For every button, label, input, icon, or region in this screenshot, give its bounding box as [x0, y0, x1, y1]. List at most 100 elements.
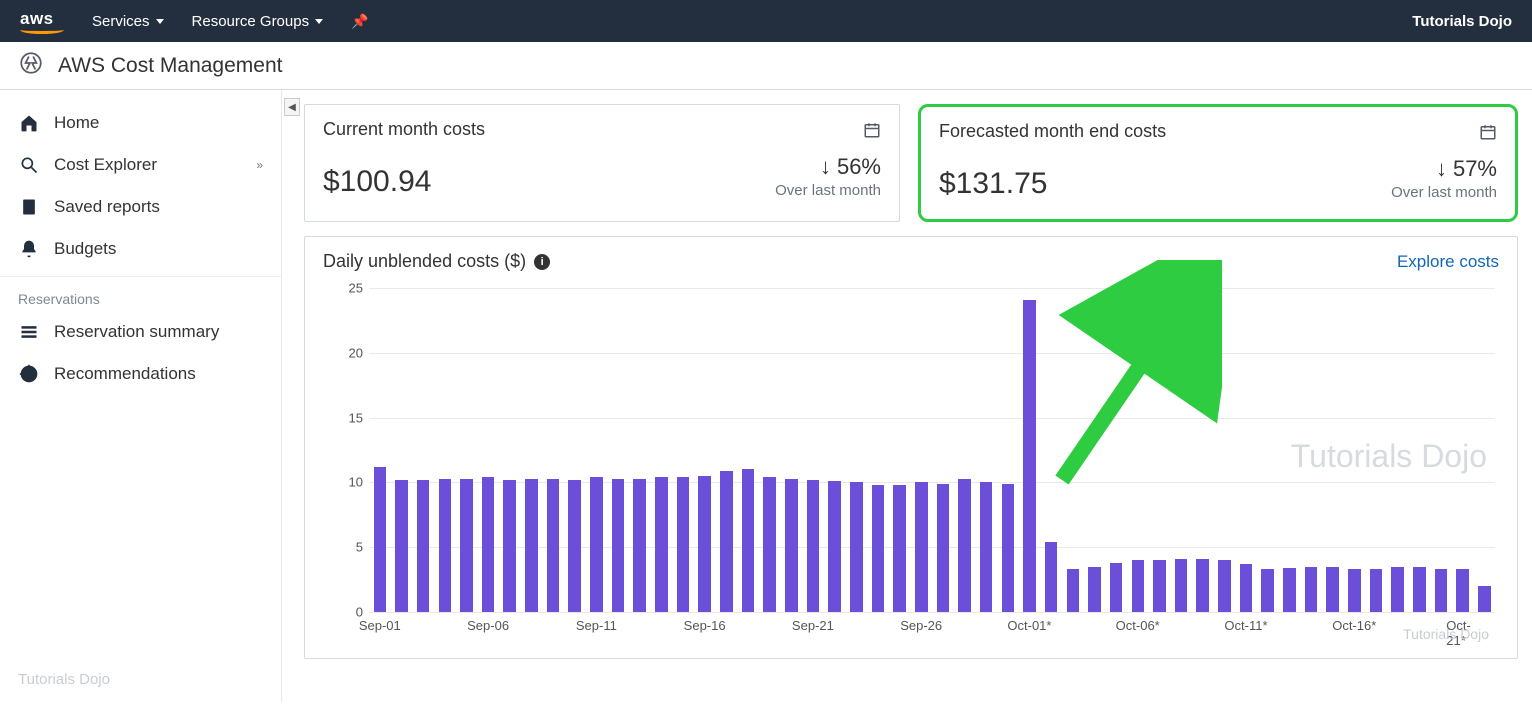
- chart-bar[interactable]: [374, 467, 387, 612]
- chart-bar[interactable]: [633, 479, 646, 612]
- chart-bar[interactable]: [1088, 567, 1101, 612]
- chart-bar[interactable]: [1045, 542, 1058, 612]
- bar-slot: [1387, 288, 1409, 612]
- bar-slot: [1365, 288, 1387, 612]
- list-icon: [18, 321, 40, 343]
- calendar-icon[interactable]: [1479, 123, 1497, 141]
- chart-bar[interactable]: [1478, 586, 1491, 612]
- explore-costs-link[interactable]: Explore costs: [1397, 252, 1499, 272]
- chart-bar[interactable]: [482, 477, 495, 612]
- chart-bar[interactable]: [1218, 560, 1231, 612]
- chart-bar[interactable]: [1261, 569, 1274, 612]
- chart-bar[interactable]: [742, 469, 755, 612]
- sidebar-watermark: Tutorials Dojo: [18, 671, 110, 688]
- chart-bar[interactable]: [720, 471, 733, 612]
- chart-bar[interactable]: [763, 477, 776, 612]
- chart-bar[interactable]: [807, 480, 820, 612]
- chart-y-axis: 0510152025: [323, 288, 369, 612]
- bar-slot: [1040, 288, 1062, 612]
- x-tick: Oct-21*: [1446, 618, 1478, 648]
- chart-bar[interactable]: [1023, 300, 1036, 612]
- sidebar-item-label: Recommendations: [54, 364, 196, 384]
- chart-bar[interactable]: [1391, 567, 1404, 612]
- chart-bar[interactable]: [439, 479, 452, 612]
- bar-slot: [1452, 288, 1474, 612]
- chart-bar[interactable]: [590, 477, 603, 612]
- chart-bar[interactable]: [1002, 484, 1015, 612]
- chart-bar[interactable]: [655, 477, 668, 612]
- nav-services[interactable]: Services: [92, 13, 164, 30]
- chart-bar[interactable]: [1348, 569, 1361, 612]
- bar-slot: [694, 288, 716, 612]
- bar-slot: [1149, 288, 1171, 612]
- calendar-icon[interactable]: [863, 121, 881, 139]
- chart-bar[interactable]: [612, 479, 625, 612]
- chart-bar[interactable]: [525, 479, 538, 612]
- x-tick: Sep-06: [467, 618, 509, 633]
- chart-bar[interactable]: [937, 484, 950, 612]
- aws-logo[interactable]: aws: [20, 9, 64, 34]
- pin-icon[interactable]: 📌: [351, 13, 368, 30]
- sidebar-item-budgets[interactable]: Budgets: [0, 228, 281, 270]
- bar-slot: [1430, 288, 1452, 612]
- sidebar-item-label: Reservation summary: [54, 322, 219, 342]
- cost-management-icon: [18, 50, 44, 81]
- chart-bar[interactable]: [1153, 560, 1166, 612]
- chart-bar[interactable]: [872, 485, 885, 612]
- chart-bar[interactable]: [1435, 569, 1448, 612]
- chart-bar[interactable]: [698, 476, 711, 612]
- chart-bar[interactable]: [1326, 567, 1339, 612]
- sidebar-item-saved-reports[interactable]: Saved reports: [0, 186, 281, 228]
- chart-bar[interactable]: [1456, 569, 1469, 612]
- chevron-right-icon: »: [256, 158, 263, 172]
- current-amount: $100.94: [323, 165, 431, 199]
- chart-bar[interactable]: [503, 480, 516, 612]
- chart-bar[interactable]: [395, 480, 408, 612]
- sidebar-item-label: Budgets: [54, 239, 116, 259]
- chart-bar[interactable]: [460, 479, 473, 612]
- account-menu[interactable]: Tutorials Dojo: [1412, 13, 1512, 30]
- chart-bar[interactable]: [1283, 568, 1296, 612]
- nav-resource-groups-label: Resource Groups: [192, 13, 310, 30]
- chart-bar[interactable]: [915, 482, 928, 612]
- info-icon[interactable]: i: [534, 254, 550, 270]
- chart-bar[interactable]: [1370, 569, 1383, 612]
- bar-slot: [1344, 288, 1366, 612]
- sidebar-item-home[interactable]: Home: [0, 102, 281, 144]
- card-title: Forecasted month end costs: [939, 121, 1166, 142]
- current-trend: ↓ 56% Over last month: [775, 154, 881, 199]
- chart-bar[interactable]: [1110, 563, 1123, 612]
- collapse-sidebar-button[interactable]: ◀: [284, 98, 300, 116]
- chart-bar[interactable]: [1413, 567, 1426, 612]
- bar-slot: [845, 288, 867, 612]
- sidebar-item-reservation-summary[interactable]: Reservation summary: [0, 311, 281, 353]
- bar-slot: [802, 288, 824, 612]
- chart-bar[interactable]: [785, 479, 798, 612]
- chart-bar[interactable]: [677, 477, 690, 612]
- chart-bar[interactable]: [1305, 567, 1318, 612]
- chart-bar[interactable]: [1196, 559, 1209, 612]
- chart-bar[interactable]: [893, 485, 906, 612]
- x-tick: Oct-16*: [1332, 618, 1376, 633]
- report-icon: [18, 196, 40, 218]
- x-tick: Oct-06*: [1116, 618, 1160, 633]
- chart-bar[interactable]: [958, 479, 971, 612]
- nav-services-label: Services: [92, 13, 150, 30]
- chart-bar[interactable]: [1175, 559, 1188, 612]
- chart-bar[interactable]: [980, 482, 993, 612]
- chart-bar[interactable]: [828, 481, 841, 612]
- chart-bar[interactable]: [1067, 569, 1080, 612]
- chart-bar[interactable]: [1132, 560, 1145, 612]
- nav-resource-groups[interactable]: Resource Groups: [192, 13, 324, 30]
- sidebar-item-recommendations[interactable]: Recommendations: [0, 353, 281, 395]
- chart-bar[interactable]: [850, 482, 863, 612]
- chart-bar[interactable]: [568, 480, 581, 612]
- service-bar: AWS Cost Management: [0, 42, 1532, 90]
- sidebar-item-cost-explorer[interactable]: Cost Explorer »: [0, 144, 281, 186]
- chart-bar[interactable]: [417, 480, 430, 612]
- chart-bar[interactable]: [1240, 564, 1253, 612]
- bar-slot: [1105, 288, 1127, 612]
- chart-bar[interactable]: [547, 479, 560, 612]
- cards-row: Current month costs $100.94 ↓ 56% Over l…: [304, 104, 1518, 222]
- bar-slot: [1279, 288, 1301, 612]
